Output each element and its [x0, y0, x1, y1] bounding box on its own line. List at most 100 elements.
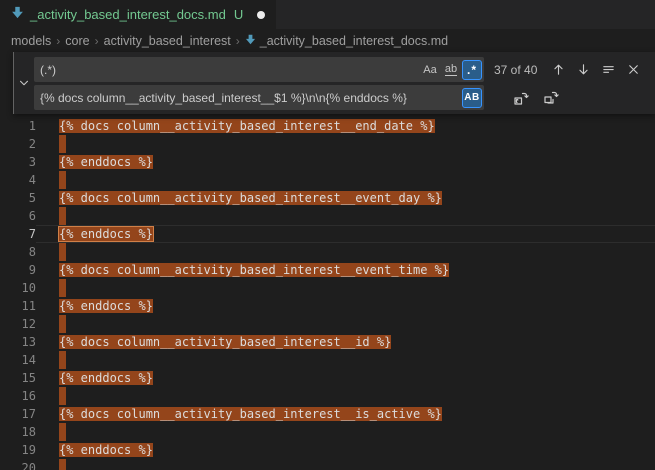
editor-line[interactable]: 17 {% docs column__activity_based_interes… [0, 405, 655, 423]
find-match[interactable]: {% docs column__activity_based_interest_… [59, 407, 442, 421]
find-match[interactable]: {% enddocs %} [59, 371, 153, 385]
line-number[interactable]: 10 [0, 279, 36, 297]
find-match[interactable]: {% enddocs %} [59, 299, 153, 313]
arrow-down-icon [576, 62, 591, 77]
replace-icon [513, 90, 529, 106]
line-content[interactable]: {% docs column__activity_based_interest_… [36, 261, 655, 279]
line-number[interactable]: 20 [0, 459, 36, 470]
line-number[interactable]: 11 [0, 297, 36, 315]
editor-line[interactable]: 1 {% docs column__activity_based_interest… [0, 117, 655, 135]
line-content[interactable]: {% docs column__activity_based_interest_… [36, 117, 655, 135]
replace-button[interactable] [510, 87, 531, 108]
editor-line[interactable]: 9 {% docs column__activity_based_interest… [0, 261, 655, 279]
empty-line-find-match [59, 207, 66, 225]
line-content[interactable] [36, 423, 655, 441]
line-number[interactable]: 4 [0, 171, 36, 189]
line-number[interactable]: 12 [0, 315, 36, 333]
editor-line[interactable]: 8 [0, 243, 655, 261]
breadcrumb: models › core › activity_based_interest … [0, 29, 655, 52]
regex-toggle[interactable]: .* [462, 60, 482, 80]
line-content[interactable] [36, 459, 655, 470]
find-match[interactable]: {% enddocs %} [59, 155, 153, 169]
line-number[interactable]: 16 [0, 387, 36, 405]
unsaved-dot[interactable] [257, 11, 265, 19]
line-content[interactable]: {% enddocs %} [36, 369, 655, 387]
line-number[interactable]: 5 [0, 189, 36, 207]
breadcrumb-item-file[interactable]: _activity_based_interest_docs.md [245, 34, 448, 48]
editor-line[interactable]: 3 {% enddocs %} [0, 153, 655, 171]
line-number[interactable]: 6 [0, 207, 36, 225]
previous-match-button[interactable] [548, 59, 569, 80]
line-number[interactable]: 14 [0, 351, 36, 369]
line-content[interactable] [36, 315, 655, 333]
line-number[interactable]: 8 [0, 243, 36, 261]
editor-line[interactable]: 7 {% enddocs %} [0, 225, 655, 243]
find-in-selection-icon [601, 62, 616, 77]
editor-line[interactable]: 14 [0, 351, 655, 369]
editor-line[interactable]: 11 {% enddocs %} [0, 297, 655, 315]
find-match[interactable]: {% docs column__activity_based_interest_… [59, 263, 449, 277]
editor-line[interactable]: 4 [0, 171, 655, 189]
find-match[interactable]: {% docs column__activity_based_interest_… [59, 119, 435, 133]
line-content[interactable]: {% enddocs %} [36, 153, 655, 171]
line-content[interactable]: {% enddocs %} [36, 441, 655, 459]
editor-line[interactable]: 10 [0, 279, 655, 297]
editor-line[interactable]: 15 {% enddocs %} [0, 369, 655, 387]
line-number[interactable]: 13 [0, 333, 36, 351]
line-content[interactable] [36, 135, 655, 153]
replace-all-button[interactable] [540, 87, 561, 108]
line-content[interactable]: {% docs column__activity_based_interest_… [36, 333, 655, 351]
line-content[interactable] [36, 243, 655, 261]
whole-word-toggle[interactable]: ab [441, 60, 461, 80]
line-number[interactable]: 15 [0, 369, 36, 387]
line-number[interactable]: 9 [0, 261, 36, 279]
find-match[interactable]: {% docs column__activity_based_interest_… [59, 335, 391, 349]
breadcrumb-item-core[interactable]: core [65, 34, 89, 48]
find-in-selection-button[interactable] [598, 59, 619, 80]
close-find-button[interactable] [623, 59, 644, 80]
find-input[interactable] [34, 63, 419, 77]
find-input-box: Aa ab .* [34, 57, 484, 82]
editor-line[interactable]: 2 [0, 135, 655, 153]
editor-line[interactable]: 5 {% docs column__activity_based_interest… [0, 189, 655, 207]
editor-tab[interactable]: _activity_based_interest_docs.md U [0, 0, 276, 29]
line-number[interactable]: 1 [0, 117, 36, 135]
preserve-case-toggle[interactable]: AB [462, 88, 482, 108]
empty-line-find-match [59, 243, 66, 261]
find-match[interactable]: {% docs column__activity_based_interest_… [59, 191, 442, 205]
line-content[interactable] [36, 207, 655, 225]
editor-line[interactable]: 6 [0, 207, 655, 225]
editor-line[interactable]: 20 [0, 459, 655, 470]
line-content[interactable]: {% enddocs %} [36, 225, 655, 243]
line-content[interactable] [36, 351, 655, 369]
arrow-up-icon [551, 62, 566, 77]
line-number[interactable]: 18 [0, 423, 36, 441]
line-number[interactable]: 17 [0, 405, 36, 423]
breadcrumb-item-models[interactable]: models [11, 34, 51, 48]
line-content[interactable] [36, 171, 655, 189]
line-content[interactable] [36, 387, 655, 405]
line-content[interactable]: {% docs column__activity_based_interest_… [36, 189, 655, 207]
next-match-button[interactable] [573, 59, 594, 80]
editor-line[interactable]: 13 {% docs column__activity_based_interes… [0, 333, 655, 351]
line-number[interactable]: 3 [0, 153, 36, 171]
line-content[interactable] [36, 279, 655, 297]
editor-line[interactable]: 19 {% enddocs %} [0, 441, 655, 459]
editor-line[interactable]: 18 [0, 423, 655, 441]
find-match[interactable]: {% enddocs %} [59, 443, 153, 457]
line-content[interactable]: {% enddocs %} [36, 297, 655, 315]
match-case-toggle[interactable]: Aa [420, 60, 440, 80]
editor-pane[interactable]: 1 {% docs column__activity_based_interest… [0, 52, 655, 470]
replace-input-box: AB [34, 85, 484, 110]
line-number[interactable]: 19 [0, 441, 36, 459]
line-number[interactable]: 2 [0, 135, 36, 153]
editor-line[interactable]: 16 [0, 387, 655, 405]
find-row: Aa ab .* 37 of 40 [34, 57, 649, 82]
toggle-replace-button[interactable] [15, 74, 33, 92]
editor-line[interactable]: 12 [0, 315, 655, 333]
replace-input[interactable] [34, 91, 461, 105]
current-find-match[interactable]: {% enddocs %} [59, 227, 153, 241]
line-number[interactable]: 7 [0, 225, 36, 243]
line-content[interactable]: {% docs column__activity_based_interest_… [36, 405, 655, 423]
breadcrumb-item-folder[interactable]: activity_based_interest [104, 34, 231, 48]
